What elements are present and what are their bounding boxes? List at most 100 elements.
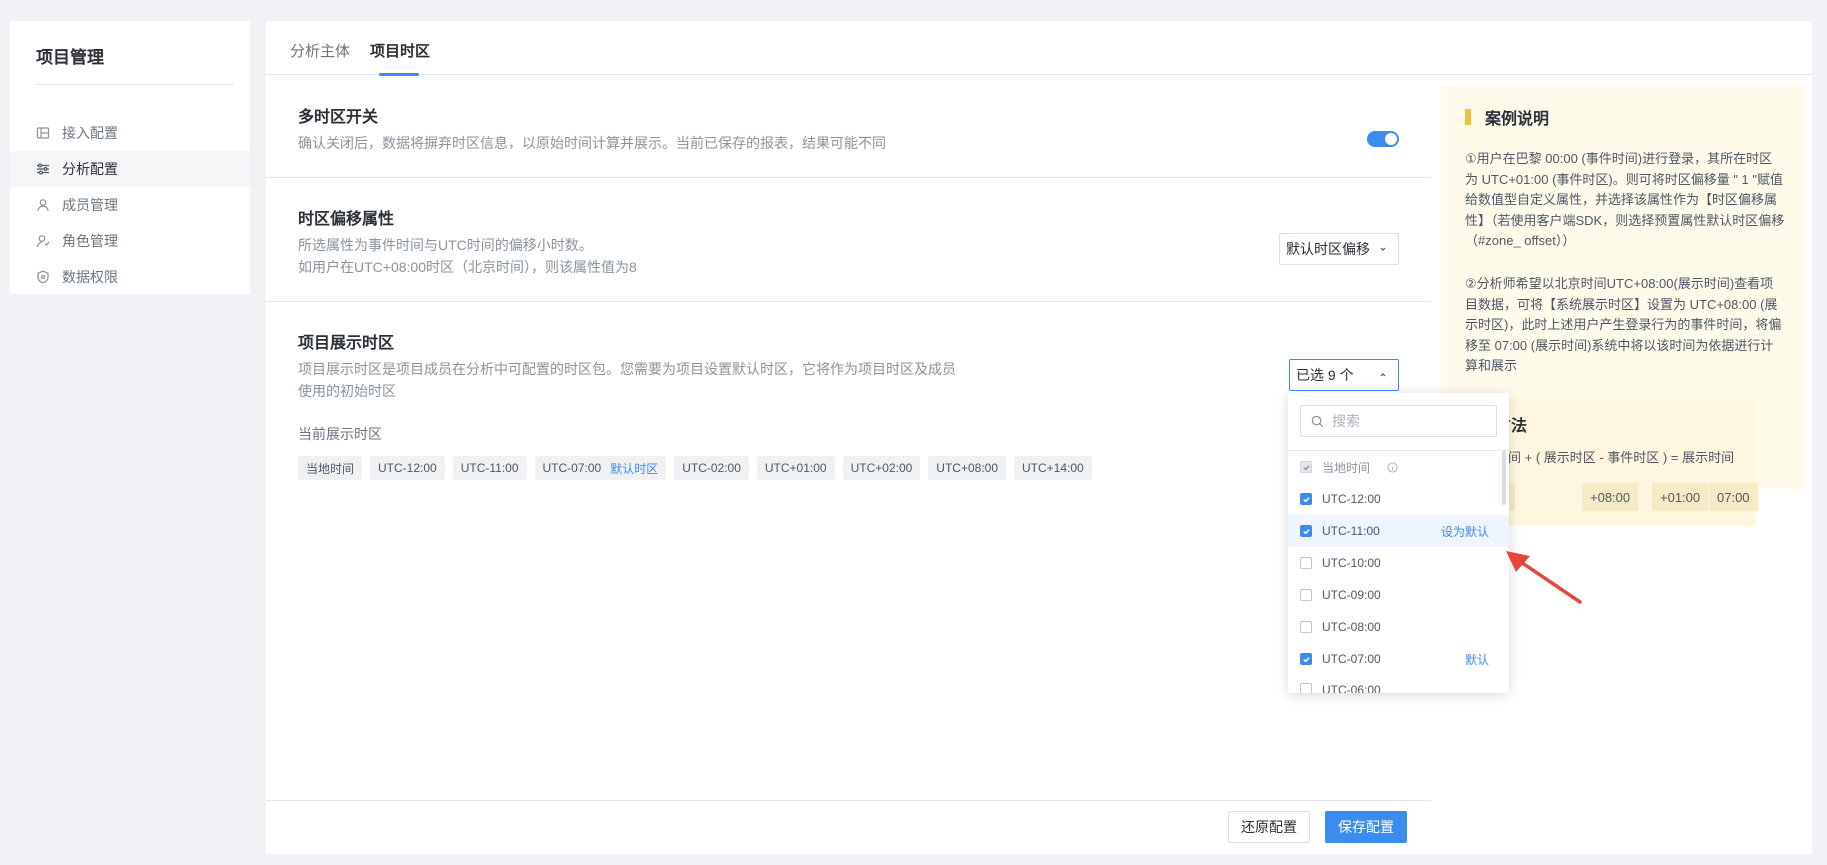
settings-content: 多时区开关 确认关闭后，数据将摒弃时区信息，以原始时间计算并展示。当前已保存的报…	[266, 76, 1431, 800]
checkbox-unchecked[interactable]	[1300, 683, 1312, 693]
section-title: 多时区开关	[298, 109, 379, 126]
section-description-line1: 所选属性为事件时间与UTC时间的偏移小时数。	[298, 237, 593, 253]
option-label: UTC-08:00	[1322, 620, 1381, 634]
timezone-option[interactable]: UTC-06:00	[1288, 675, 1509, 693]
option-label: UTC-12:00	[1322, 492, 1381, 506]
note-paragraph-2: ②分析师希望以北京时间UTC+08:00(展示时间)查看项目数据，可将【系统展示…	[1465, 276, 1782, 373]
dropdown-scrollbar[interactable]	[1502, 451, 1506, 505]
footer-bar: 还原配置 保存配置	[266, 800, 1431, 854]
select-value: 已选 9 个	[1296, 367, 1354, 383]
timezone-tag-label: UTC-07:00	[542, 461, 602, 475]
reset-config-button[interactable]: 还原配置	[1228, 811, 1310, 843]
sliders-icon	[36, 162, 50, 176]
option-label: UTC-11:00	[1322, 524, 1380, 538]
chevron-up-icon	[1380, 373, 1386, 377]
option-label: 当地时间	[1322, 460, 1371, 475]
sidebar-item-label: 接入配置	[62, 125, 118, 141]
title-accent-bar	[1465, 109, 1471, 125]
section-description-line2: 如用户在UTC+08:00时区（北京时间），则该属性值为8	[298, 259, 637, 275]
timezone-tag: UTC-02:00	[674, 456, 749, 480]
sidebar-divider	[36, 84, 234, 85]
sidebar-item-label: 分析配置	[62, 161, 118, 177]
checkbox-checked[interactable]	[1300, 493, 1312, 505]
default-timezone-marker: 默认时区	[610, 461, 659, 476]
section-title: 项目展示时区	[298, 335, 395, 352]
sidebar-title: 项目管理	[36, 48, 104, 67]
sidebar: 项目管理 接入配置 分析配置 成员管理 角色管理 数据权限	[10, 21, 250, 294]
timezone-option-list: 当地时间 UTC-12:00 UTC-11:00 设为默认 UTC-10:00 …	[1288, 451, 1509, 693]
option-label: UTC-07:00	[1322, 652, 1381, 666]
method-formula: 时间 + ( 展示时区 - 事件时区 ) = 展示时间	[1495, 450, 1735, 465]
note-paragraph-1: ①用户在巴黎 00:00 (事件时间)进行登录，其所在时区为 UTC+01:00…	[1465, 151, 1785, 248]
role-icon	[36, 234, 50, 248]
method-chip: 07:00	[1709, 483, 1758, 511]
timezone-dropdown: 搜索 当地时间 UTC-12:00 UTC-11:00 设为默认 UTC-10:…	[1288, 393, 1509, 693]
save-config-button[interactable]: 保存配置	[1325, 811, 1407, 843]
toggle-knob	[1385, 133, 1397, 145]
current-timezones-label: 当前展示时区	[298, 426, 382, 442]
option-label: UTC-10:00	[1322, 556, 1381, 570]
timezone-tag: UTC-12:00	[370, 456, 445, 480]
option-label: UTC-09:00	[1322, 588, 1381, 602]
select-value: 默认时区偏移	[1286, 241, 1370, 257]
checkbox-unchecked[interactable]	[1300, 621, 1312, 633]
sidebar-item-permissions[interactable]: 数据权限	[10, 259, 250, 295]
timezone-tag-default: UTC-07:00 默认时区	[534, 456, 667, 480]
checkbox-checked-disabled	[1300, 461, 1312, 473]
option-label: UTC-06:00	[1322, 683, 1381, 693]
note-title: 案例说明	[1465, 105, 1549, 129]
info-icon[interactable]	[1387, 461, 1398, 473]
dropdown-search-input[interactable]: 搜索	[1300, 405, 1497, 437]
search-icon	[1311, 415, 1324, 427]
current-timezone-tags: 当地时间 UTC-12:00 UTC-11:00 UTC-07:00 默认时区 …	[298, 456, 1092, 480]
timezone-tag: UTC+08:00	[928, 456, 1006, 480]
section-description: 确认关闭后，数据将摒弃时区信息，以原始时间计算并展示。当前已保存的报表，结果可能…	[298, 135, 886, 151]
section-description-line2: 使用的初始时区	[298, 383, 396, 399]
sidebar-nav: 接入配置 分析配置 成员管理 角色管理 数据权限	[10, 115, 250, 295]
checkbox-unchecked[interactable]	[1300, 557, 1312, 569]
offset-property-select[interactable]: 默认时区偏移	[1279, 233, 1399, 265]
checkbox-unchecked[interactable]	[1300, 589, 1312, 601]
timezone-option[interactable]: UTC-07:00 默认	[1288, 643, 1509, 675]
timezone-tag: 当地时间	[298, 456, 363, 480]
display-timezone-select[interactable]: 已选 9 个	[1289, 359, 1399, 391]
set-default-link[interactable]: 设为默认	[1441, 523, 1489, 540]
tab-bar: 分析主体 项目时区	[266, 21, 1812, 76]
timezone-option[interactable]: UTC-08:00	[1288, 611, 1509, 643]
section-title: 时区偏移属性	[298, 211, 395, 228]
timezone-tag: UTC+14:00	[1014, 456, 1092, 480]
tab-analysis-subject[interactable]: 分析主体	[290, 40, 350, 61]
chevron-down-icon	[1380, 247, 1386, 251]
sidebar-item-label: 角色管理	[62, 233, 118, 249]
sidebar-item-label: 数据权限	[62, 269, 118, 285]
note-title-text: 案例说明	[1485, 111, 1550, 128]
user-icon	[36, 198, 50, 212]
method-chip: +08:00	[1582, 483, 1639, 511]
multi-timezone-section: 多时区开关 确认关闭后，数据将摒弃时区信息，以原始时间计算并展示。当前已保存的报…	[266, 76, 1431, 178]
search-placeholder: 搜索	[1332, 413, 1360, 429]
timezone-offset-section: 时区偏移属性 所选属性为事件时间与UTC时间的偏移小时数。 如用户在UTC+08…	[266, 178, 1431, 302]
checkbox-checked[interactable]	[1300, 653, 1312, 665]
timezone-tag: UTC+01:00	[756, 456, 835, 480]
sidebar-item-label: 成员管理	[62, 197, 118, 213]
timezone-tag: UTC+02:00	[842, 456, 921, 480]
shield-icon	[36, 270, 50, 284]
sidebar-item-roles[interactable]: 角色管理	[10, 223, 250, 259]
timezone-option[interactable]: UTC-11:00 设为默认	[1288, 515, 1509, 547]
sidebar-item-access[interactable]: 接入配置	[10, 115, 250, 151]
sidebar-item-analysis[interactable]: 分析配置	[10, 151, 250, 187]
tab-project-timezone[interactable]: 项目时区	[370, 40, 430, 61]
access-icon	[36, 126, 50, 140]
timezone-option[interactable]: UTC-09:00	[1288, 579, 1509, 611]
timezone-option-local: 当地时间	[1288, 451, 1509, 483]
timezone-tag: UTC-11:00	[452, 456, 527, 480]
checkbox-checked[interactable]	[1300, 525, 1312, 537]
method-chip: +01:00	[1652, 483, 1709, 511]
annotation-arrow-icon	[1506, 551, 1582, 604]
section-description-line1: 项目展示时区是项目成员在分析中可配置的时区包。您需要为项目设置默认时区，它将作为…	[298, 361, 956, 377]
timezone-option[interactable]: UTC-12:00	[1288, 483, 1509, 515]
default-marker: 默认	[1464, 652, 1489, 667]
timezone-option[interactable]: UTC-10:00	[1288, 547, 1509, 579]
multi-timezone-toggle[interactable]	[1367, 131, 1399, 147]
sidebar-item-members[interactable]: 成员管理	[10, 187, 250, 223]
